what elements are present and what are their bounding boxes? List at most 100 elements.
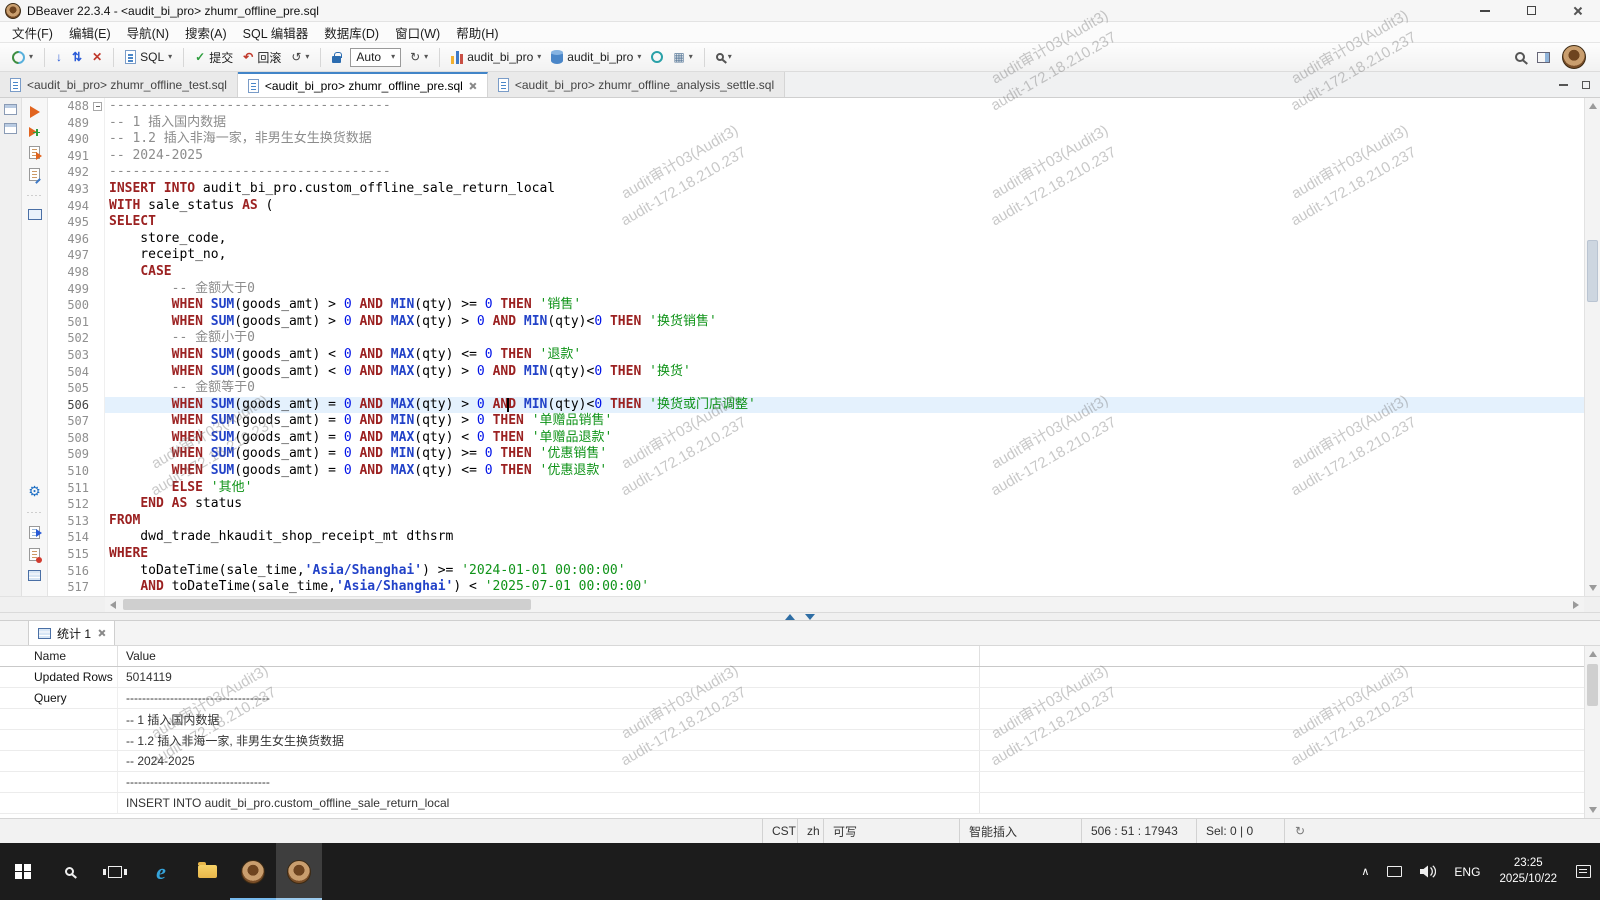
dropdown-caret-icon[interactable]: ▾ bbox=[391, 53, 395, 61]
editor-tab-0[interactable]: <audit_bi_pro> zhumr_offline_test.sql bbox=[0, 72, 238, 97]
editor-tab-2[interactable]: <audit_bi_pro> zhumr_offline_analysis_se… bbox=[488, 72, 785, 97]
dropdown-caret-icon[interactable]: ▾ bbox=[424, 53, 428, 61]
result-grid-icon[interactable] bbox=[28, 570, 41, 581]
execute-new-tab-button[interactable] bbox=[29, 127, 40, 137]
horizontal-scroll-thumb[interactable] bbox=[123, 599, 531, 610]
code-line[interactable]: -- 金额小于0 bbox=[105, 330, 1584, 347]
menu-item-0[interactable]: 文件(F) bbox=[4, 21, 61, 44]
code-line[interactable]: FROM bbox=[105, 513, 1584, 530]
cancel-button[interactable]: ✕ bbox=[88, 48, 106, 66]
code-line[interactable]: ------------------------------------ bbox=[105, 98, 1584, 115]
code-line[interactable]: -- 2024-2025 bbox=[105, 148, 1584, 165]
table-row[interactable]: Query-----------------------------------… bbox=[0, 688, 1600, 709]
autocommit-lock-button[interactable] bbox=[328, 49, 345, 66]
quick-search-icon[interactable] bbox=[1515, 52, 1525, 62]
menu-item-7[interactable]: 帮助(H) bbox=[448, 21, 506, 44]
code-line[interactable]: SELECT bbox=[105, 214, 1584, 231]
fold-marker-icon[interactable] bbox=[93, 102, 102, 111]
dropdown-caret-icon[interactable]: ▾ bbox=[537, 53, 541, 61]
editor-vertical-scrollbar[interactable] bbox=[1584, 98, 1600, 596]
menu-item-5[interactable]: 数据库(D) bbox=[316, 21, 387, 44]
open-perspective-icon[interactable] bbox=[1537, 52, 1550, 63]
code-line[interactable]: -- 1 插入国内数据 bbox=[105, 115, 1584, 132]
dropdown-caret-icon[interactable]: ▾ bbox=[728, 53, 732, 61]
table-row[interactable]: Updated Rows5014119 bbox=[0, 667, 1600, 688]
code-line[interactable]: WHERE bbox=[105, 546, 1584, 563]
code-line[interactable]: INSERT INTO audit_bi_pro.custom_offline_… bbox=[105, 181, 1584, 198]
close-tab-icon[interactable] bbox=[469, 82, 477, 90]
restore-projects-icon[interactable] bbox=[4, 123, 17, 134]
code-line[interactable]: -- 1.2 插入非海一家，非男生女生换货数据 bbox=[105, 131, 1584, 148]
status-refresh-button[interactable]: ↻ bbox=[1284, 819, 1315, 843]
display-tray-button[interactable] bbox=[1378, 843, 1411, 900]
code-line[interactable]: -- 金额等于0 bbox=[105, 380, 1584, 397]
close-button[interactable] bbox=[1554, 0, 1600, 21]
sql-menu-button[interactable]: SQL▾ bbox=[121, 47, 176, 67]
execute-statement-icon[interactable] bbox=[30, 106, 40, 118]
menu-item-4[interactable]: SQL 编辑器 bbox=[235, 21, 317, 44]
scroll-down-icon[interactable] bbox=[1589, 585, 1597, 591]
code-line[interactable]: -- 金额大于0 bbox=[105, 281, 1584, 298]
language-indicator[interactable]: ENG bbox=[1445, 843, 1489, 900]
network-button[interactable]: ▦▾ bbox=[669, 48, 696, 66]
scroll-down-icon[interactable] bbox=[1589, 807, 1597, 813]
database-selector[interactable]: audit_bi_pro▾ bbox=[447, 47, 545, 67]
execute-script-icon[interactable] bbox=[29, 146, 40, 159]
start-button[interactable] bbox=[0, 843, 46, 900]
close-tab-icon[interactable] bbox=[97, 629, 105, 637]
tab-statistics[interactable]: 统计 1 bbox=[28, 620, 115, 645]
maximize-editor-icon[interactable] bbox=[1582, 81, 1590, 89]
editor-tab-1[interactable]: <audit_bi_pro> zhumr_offline_pre.sql bbox=[238, 72, 488, 97]
dropdown-caret-icon[interactable]: ▾ bbox=[168, 53, 172, 61]
timezone-button[interactable] bbox=[647, 48, 667, 66]
code-line[interactable]: END AS status bbox=[105, 496, 1584, 513]
code-line[interactable]: receipt_no, bbox=[105, 247, 1584, 264]
table-row[interactable]: -- 1 插入国内数据 bbox=[0, 709, 1600, 730]
scroll-left-icon[interactable] bbox=[110, 601, 116, 609]
results-scroll-thumb[interactable] bbox=[1587, 664, 1598, 706]
transaction-mode-combo[interactable]: Auto▾ bbox=[350, 48, 401, 67]
code-line[interactable]: WHEN SUM(goods_amt) < 0 AND MAX(qty) > 0… bbox=[105, 364, 1584, 381]
table-row[interactable]: -- 1.2 插入非海一家, 非男生女生换货数据 bbox=[0, 730, 1600, 751]
taskbar-clock[interactable]: 23:25 2025/10/22 bbox=[1489, 843, 1567, 900]
code-line[interactable]: WHEN SUM(goods_amt) = 0 AND MIN(qty) > 0… bbox=[105, 413, 1584, 430]
dbeaver-taskbar-button-2[interactable] bbox=[276, 843, 322, 900]
explain-plan-icon[interactable] bbox=[29, 168, 40, 181]
refresh-button[interactable]: ↻▾ bbox=[406, 48, 432, 66]
sql-console-icon[interactable] bbox=[28, 209, 42, 220]
taskbar-search-button[interactable] bbox=[46, 843, 92, 900]
ie-button[interactable]: e bbox=[138, 843, 184, 900]
code-line[interactable]: store_code, bbox=[105, 231, 1584, 248]
menu-item-6[interactable]: 窗口(W) bbox=[387, 21, 448, 44]
sync-button[interactable]: ⇅ bbox=[68, 48, 86, 66]
gear-icon[interactable]: ⚙ bbox=[28, 484, 41, 498]
maximize-button[interactable] bbox=[1508, 0, 1554, 21]
code-area[interactable]: -------------------------------------- 1… bbox=[105, 98, 1584, 596]
menu-item-3[interactable]: 搜索(A) bbox=[177, 21, 235, 44]
scroll-up-icon[interactable] bbox=[1589, 651, 1597, 657]
column-header-value[interactable]: Value bbox=[118, 646, 980, 666]
fetch-button[interactable]: ↓ bbox=[52, 48, 66, 66]
code-line[interactable]: WHEN SUM(goods_amt) = 0 AND MAX(qty) > 0… bbox=[105, 397, 1584, 414]
code-line[interactable]: WHEN SUM(goods_amt) > 0 AND MAX(qty) > 0… bbox=[105, 314, 1584, 331]
dropdown-caret-icon[interactable]: ▾ bbox=[305, 53, 309, 61]
code-line[interactable]: WITH sale_status AS ( bbox=[105, 198, 1584, 215]
menu-item-2[interactable]: 导航(N) bbox=[119, 21, 177, 44]
dropdown-caret-icon[interactable]: ▾ bbox=[689, 53, 693, 61]
restore-panel-icon[interactable] bbox=[805, 614, 815, 620]
dropdown-caret-icon[interactable]: ▾ bbox=[637, 53, 641, 61]
menu-item-1[interactable]: 编辑(E) bbox=[61, 21, 119, 44]
restore-navigator-icon[interactable] bbox=[4, 104, 17, 115]
code-line[interactable]: WHEN SUM(goods_amt) > 0 AND MIN(qty) >= … bbox=[105, 297, 1584, 314]
maximize-panel-icon[interactable] bbox=[785, 614, 795, 620]
vertical-scroll-thumb[interactable] bbox=[1587, 240, 1598, 302]
table-row[interactable]: INSERT INTO audit_bi_pro.custom_offline_… bbox=[0, 793, 1600, 814]
code-line[interactable]: ------------------------------------ bbox=[105, 164, 1584, 181]
schema-selector[interactable]: audit_bi_pro▾ bbox=[547, 47, 645, 67]
commit-button[interactable]: ✓提交 bbox=[191, 46, 237, 69]
search-menu-button[interactable]: ▾ bbox=[712, 50, 736, 64]
code-line[interactable]: WHEN SUM(goods_amt) = 0 AND MAX(qty) <= … bbox=[105, 463, 1584, 480]
reconnect-button[interactable]: ▾ bbox=[8, 48, 37, 67]
rollback-button[interactable]: ↶回滚 bbox=[239, 46, 285, 69]
column-header-name[interactable]: Name bbox=[28, 646, 118, 666]
